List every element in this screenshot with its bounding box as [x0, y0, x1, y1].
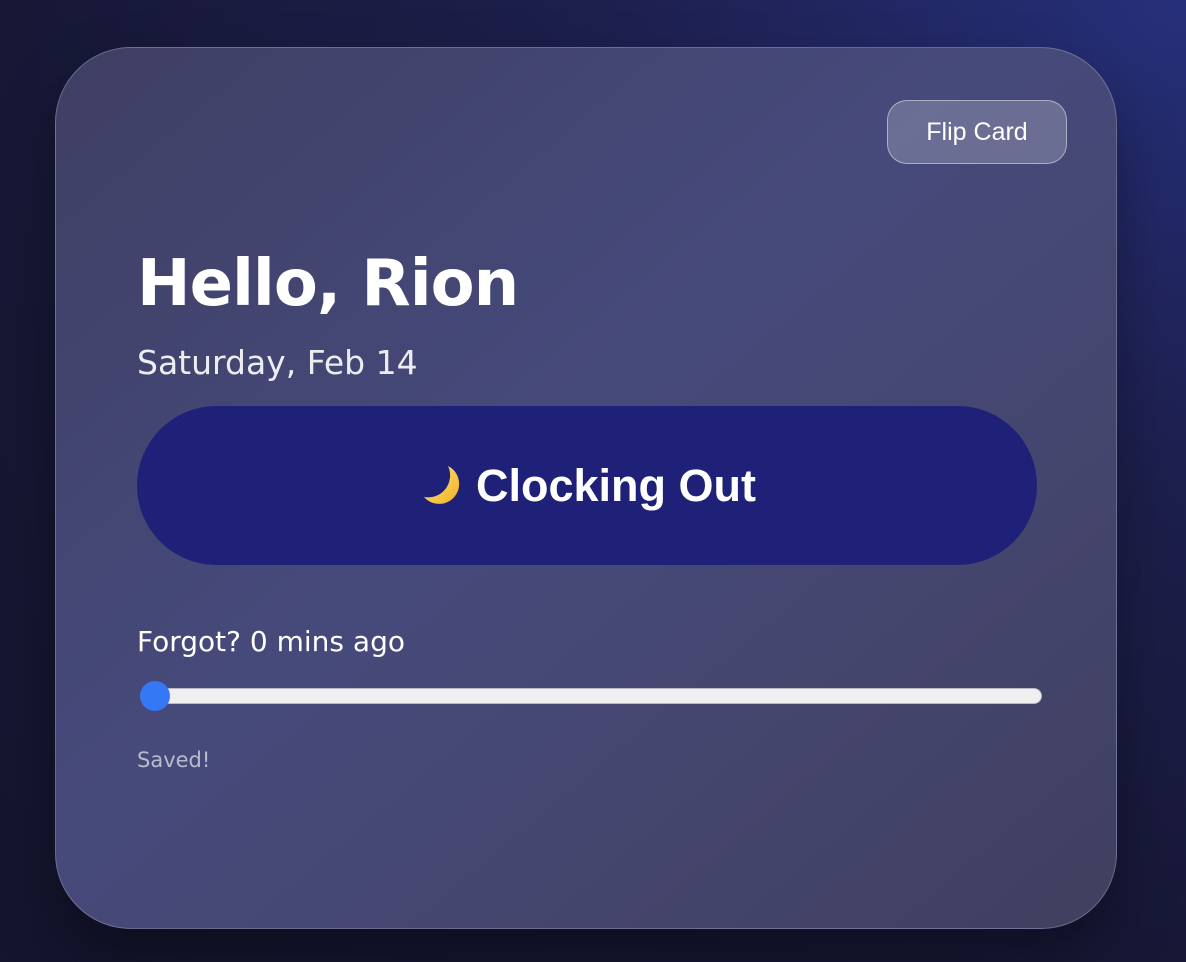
clock-card: Flip Card Hello, Rion Saturday, Feb 14 C…: [55, 47, 1117, 929]
clock-out-button[interactable]: Clocking Out: [137, 406, 1037, 565]
flip-card-button[interactable]: Flip Card: [887, 100, 1067, 164]
slider-thumb[interactable]: [140, 681, 170, 711]
date-subtitle: Saturday, Feb 14: [137, 343, 418, 382]
saved-status: Saved!: [137, 748, 211, 772]
moon-icon: [424, 465, 460, 504]
forgot-time-label: Forgot? 0 mins ago: [137, 625, 405, 658]
greeting-title: Hello, Rion: [137, 247, 519, 321]
slider-track[interactable]: [140, 688, 1042, 704]
forgot-minutes-slider[interactable]: [140, 680, 1042, 712]
clock-out-label: Clocking Out: [476, 459, 756, 511]
